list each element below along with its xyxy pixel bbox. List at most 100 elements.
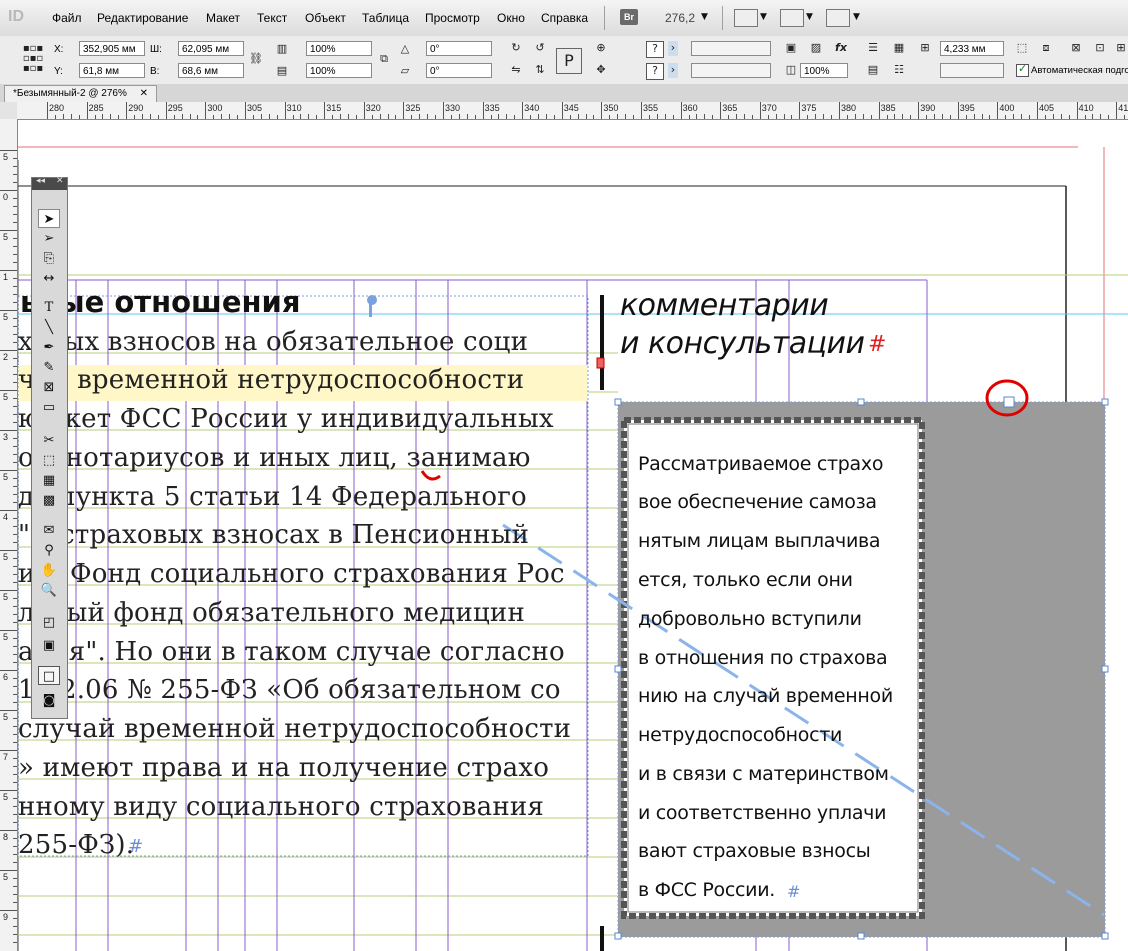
free-transform-tool-icon[interactable]: ⬚ [38, 451, 60, 470]
type-tool-icon[interactable]: T [38, 298, 60, 317]
box-text-line[interactable]: добровольно вступили [638, 608, 862, 630]
view-options-icon[interactable] [734, 9, 758, 27]
stroke-weight-select[interactable] [691, 41, 771, 56]
constrain-proportions-icon[interactable]: ⛓ [249, 52, 263, 66]
line-tool-icon[interactable]: ╲ [38, 318, 60, 337]
height-field[interactable]: 68,6 мм [178, 63, 244, 78]
rectangle-frame-tool-icon[interactable]: ⊠ [38, 378, 60, 397]
stroke-type-select[interactable] [691, 63, 771, 78]
fit-proportionally-icon[interactable]: ⊡ [1092, 41, 1108, 55]
comment-heading-line[interactable]: комментарии [620, 288, 829, 323]
stroke-swatch-icon[interactable]: ? [646, 63, 664, 80]
select-content-icon[interactable]: ✥ [593, 63, 609, 77]
width-field[interactable]: 62,095 мм [178, 41, 244, 56]
arrange-documents-icon[interactable] [826, 9, 850, 27]
direct-selection-tool-icon[interactable]: ➢ [38, 229, 60, 248]
menu-help[interactable]: Справка [541, 11, 588, 25]
box-text-line[interactable]: нятым лицам выплачива [638, 530, 881, 552]
scale-link-icon[interactable]: ⧉ [378, 52, 390, 66]
body-text-line[interactable]: "О страховых взносах в Пенсионный [18, 520, 529, 550]
document-canvas[interactable]: ьные отношения ховых взносов на обязател… [18, 120, 1128, 951]
view-options-dropdown-icon[interactable]: ▼ [760, 12, 767, 22]
normal-mode-icon[interactable]: □ [38, 666, 60, 685]
drop-shadow-icon[interactable]: ▣ [783, 41, 799, 55]
scale-y-field[interactable]: 100% [306, 63, 372, 78]
pen-tool-icon[interactable]: ✒ [38, 338, 60, 357]
document-tab[interactable]: *Безымянный-2 @ 276% ✕ [4, 85, 158, 102]
rotation-angle-field[interactable]: 0° [426, 41, 492, 56]
effects-icon[interactable]: ▨ [808, 41, 824, 55]
box-text-line[interactable]: в ФСС России. [638, 879, 775, 901]
rectangle-tool-icon[interactable]: ▭ [38, 398, 60, 417]
body-text-line[interactable]: ду пункта 5 статьи 14 Федерального [18, 482, 527, 512]
scissors-tool-icon[interactable]: ✂ [38, 431, 60, 450]
hand-tool-icon[interactable]: ✋ [38, 561, 60, 580]
fill-arrow-icon[interactable]: › [668, 41, 678, 56]
jump-object-icon[interactable]: ☷ [890, 63, 908, 77]
body-text-line[interactable]: ховых взносов на обязательное соци [18, 327, 528, 357]
box-text-line[interactable]: вое обеспечение самоза [638, 491, 877, 513]
body-text-line[interactable]: случай временной нетрудоспособности [18, 714, 571, 744]
body-text-line[interactable]: 255-ФЗ). [18, 830, 134, 860]
close-tab-icon[interactable]: ✕ [140, 88, 148, 99]
bridge-button[interactable]: Br [620, 9, 638, 25]
opacity-field[interactable]: 100% [800, 63, 848, 78]
stroke-weight-field[interactable]: 4,233 мм [940, 41, 1004, 56]
x-field[interactable]: 352,905 мм [79, 41, 145, 56]
stroke-arrow-icon[interactable]: › [668, 63, 678, 78]
collapse-panel-icon[interactable]: ◂◂ [36, 176, 45, 186]
menu-window[interactable]: Окно [497, 11, 525, 25]
reference-point-icon[interactable]: ▪▫▪ ▫▪▫ ▪▫▪ [22, 44, 44, 74]
corner-options-select[interactable] [940, 63, 1004, 78]
screen-mode-icon[interactable] [780, 9, 804, 27]
fill-stroke-icon[interactable]: ◰ [38, 613, 60, 632]
body-text-line[interactable]: нному виду социального страхования [18, 792, 544, 822]
rotate-cw-icon[interactable]: ↻ [508, 41, 524, 55]
menu-view[interactable]: Просмотр [425, 11, 480, 25]
box-text-line[interactable]: нетрудоспособности [638, 724, 842, 746]
menu-file[interactable]: Файл [52, 11, 82, 25]
gradient-tool-icon[interactable]: ▦ [38, 471, 60, 490]
arrange-documents-dropdown-icon[interactable]: ▼ [853, 12, 860, 22]
body-text-line[interactable]: ания". Но они в таком случае согласно [18, 637, 565, 667]
orientation-p-icon[interactable]: P [556, 48, 582, 74]
zoom-dropdown-icon[interactable]: ▼ [701, 12, 708, 22]
autofit-checkbox[interactable]: ✓ [1016, 62, 1029, 77]
formatting-icon[interactable]: ▣ [38, 636, 60, 655]
y-field[interactable]: 61,8 мм [79, 63, 145, 78]
wrap-around-icon[interactable]: ▤ [864, 63, 882, 77]
box-text-line[interactable]: ется, только если они [638, 569, 853, 591]
menu-table[interactable]: Таблица [362, 11, 409, 25]
body-text-line[interactable]: ии, Фонд социального страхования Рос [18, 559, 565, 589]
body-text-line[interactable]: льный фонд обязательного медицин [18, 598, 525, 628]
center-content-icon[interactable]: ⊞ [1114, 41, 1128, 55]
box-text-line[interactable]: в отношения по страхова [638, 647, 888, 669]
flip-vertical-icon[interactable]: ⇅ [532, 63, 548, 77]
fit-content-icon[interactable]: ⬚ [1014, 41, 1030, 55]
comment-heading-line[interactable]: и консультации [620, 326, 865, 361]
selection-tool-icon[interactable]: ➤ [38, 209, 60, 228]
box-text-line[interactable]: и соответственно уплачи [638, 802, 886, 824]
flip-horizontal-icon[interactable]: ⇋ [508, 63, 524, 77]
body-text-line[interactable]: » имеют права и на получение страхо [18, 753, 549, 783]
box-text-line[interactable]: и в связи с материнством [638, 763, 889, 785]
body-text-line[interactable]: 1.12.06 № 255-ФЗ «Об обязательном со [18, 675, 561, 705]
gap-tool-icon[interactable]: ↔ [38, 269, 60, 288]
close-panel-icon[interactable]: ✕ [56, 176, 64, 186]
horizontal-ruler[interactable]: 280 285 290 295 300 305 310 315 320 325 330 335 340 3… [17, 102, 1128, 120]
menu-edit[interactable]: Редактирование [97, 11, 188, 25]
shear-angle-field[interactable]: 0° [426, 63, 492, 78]
text-wrap-icon[interactable]: ▦ [890, 41, 908, 55]
ruler-origin[interactable] [0, 102, 18, 120]
rotate-ccw-icon[interactable]: ↺ [532, 41, 548, 55]
fit-frame-icon[interactable]: ⧈ [1038, 41, 1054, 55]
menu-type[interactable]: Текст [257, 11, 287, 25]
menu-object[interactable]: Объект [305, 11, 346, 25]
fx-icon[interactable]: fx [832, 41, 850, 55]
zoom-level[interactable]: 276,2 [665, 11, 695, 25]
body-text-line[interactable]: чай временной нетрудоспособности [18, 365, 524, 395]
body-text-line[interactable]: ов, нотариусов и иных лиц, занимаю [18, 443, 531, 473]
body-text-line[interactable]: юджет ФСС России у индивидуальных [18, 404, 554, 434]
fill-proportionally-icon[interactable]: ⊠ [1068, 41, 1084, 55]
note-tool-icon[interactable]: ✉ [38, 521, 60, 540]
